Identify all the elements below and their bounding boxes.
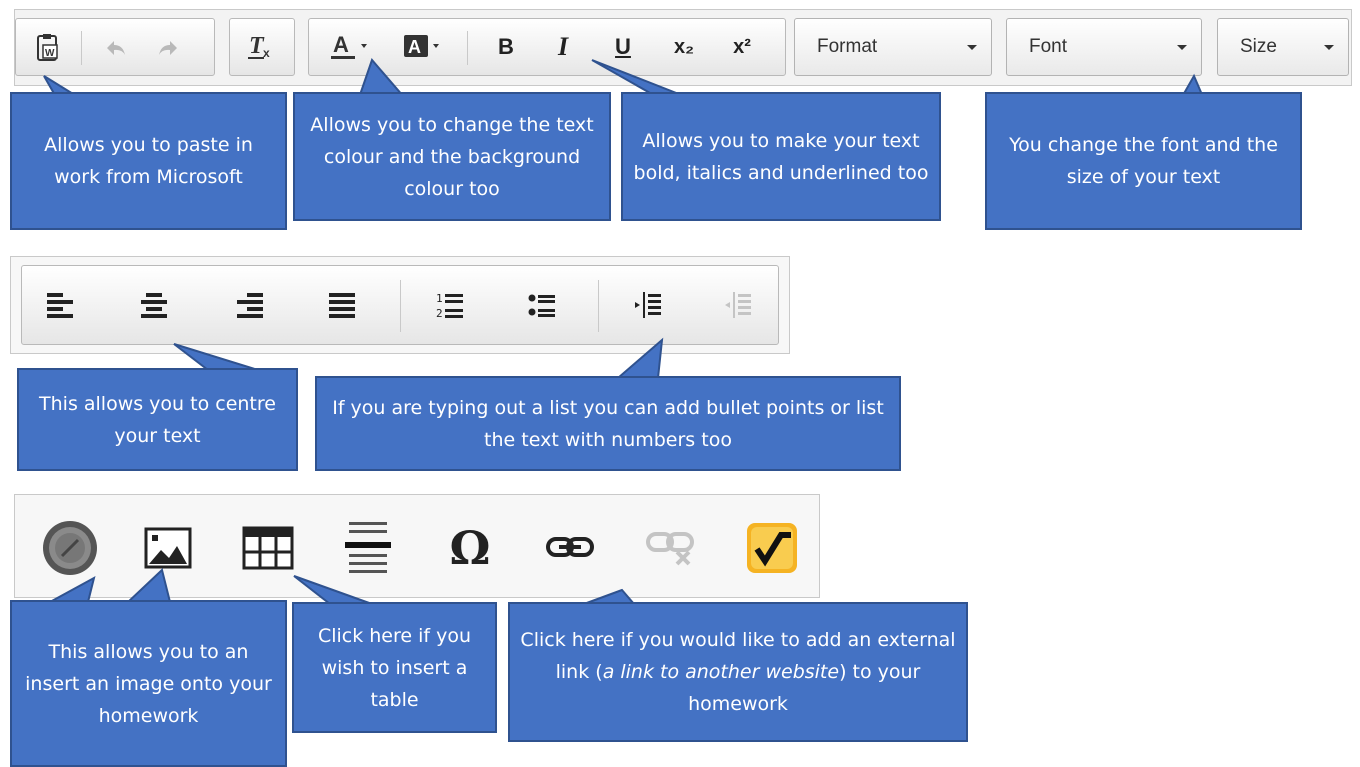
callout-paste: Allows you to paste in work from Microso… [10, 92, 287, 230]
callout-table: Click here if you wish to insert a table [292, 602, 497, 733]
callout-centre: This allows you to centre your text [17, 368, 298, 471]
callout-image: This allows you to an insert an image on… [10, 600, 287, 767]
callout-paste-text: Allows you to paste in work from Microso… [44, 134, 253, 188]
callout-colour: Allows you to change the text colour and… [293, 92, 611, 221]
callout-image-text: This allows you to an insert an image on… [25, 640, 272, 727]
callout-link-text-italic: a link to another website [602, 661, 840, 683]
callout-link-text: Click here if you would like to add an e… [520, 624, 956, 720]
callout-centre-text: This allows you to centre your text [39, 392, 276, 447]
callout-bold: Allows you to make your text bold, itali… [621, 92, 941, 221]
callout-list-text: If you are typing out a list you can add… [332, 396, 884, 451]
callout-font-text: You change the font and the size of your… [1009, 134, 1278, 188]
callout-font: You change the font and the size of your… [985, 92, 1302, 230]
callout-bold-text: Allows you to make your text bold, itali… [633, 129, 929, 184]
callout-link: Click here if you would like to add an e… [508, 602, 968, 742]
callout-colour-text: Allows you to change the text colour and… [310, 113, 594, 200]
callout-table-text: Click here if you wish to insert a table [317, 624, 472, 711]
callout-list: If you are typing out a list you can add… [315, 376, 901, 471]
